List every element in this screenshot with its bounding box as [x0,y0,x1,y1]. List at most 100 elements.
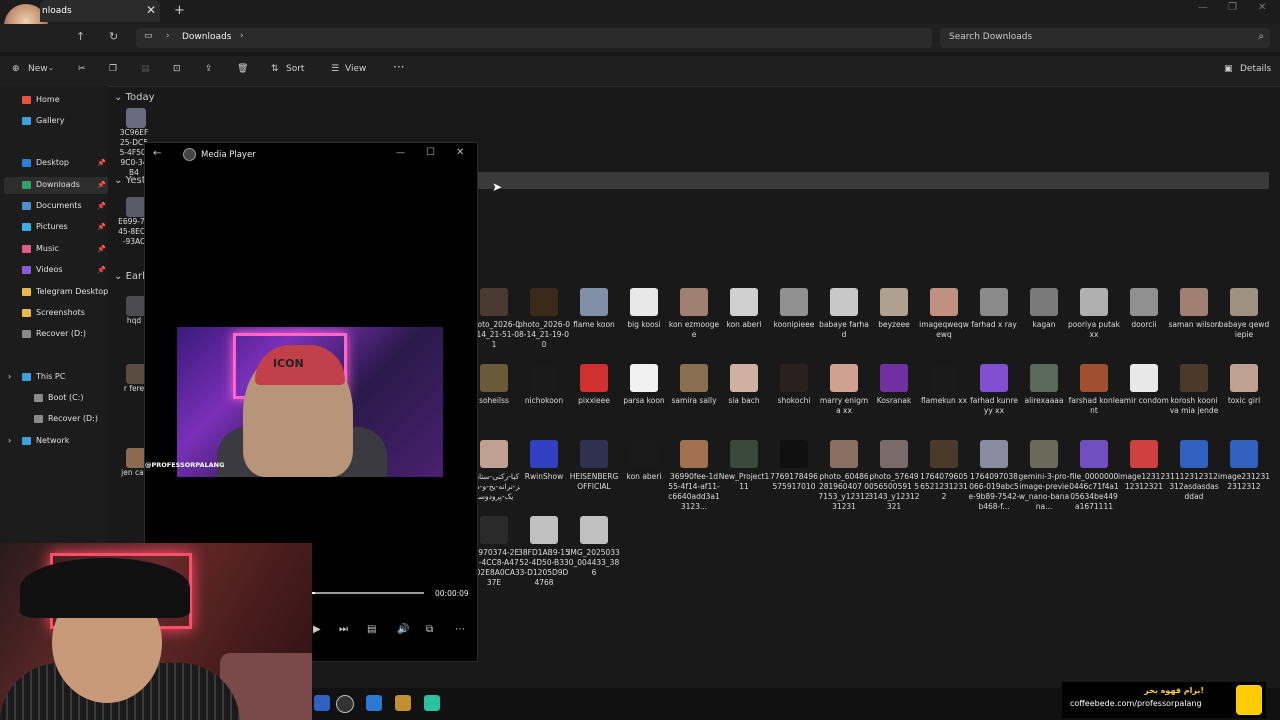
file-name[interactable]: imageqweqwewq [918,320,970,340]
up-arrow-icon[interactable]: ↑ [76,30,85,43]
file-name[interactable]: HEISENBERGOFFICIAL [568,472,620,492]
file-thumbnail[interactable] [530,288,558,316]
file-name[interactable]: kon aberi [618,472,670,482]
file-thumbnail[interactable] [1130,288,1158,316]
play-icon[interactable]: ▶ [313,624,321,635]
file-name[interactable]: saman wilson [1168,320,1220,330]
sidebar-item[interactable]: Music [22,244,59,253]
file-thumbnail[interactable] [480,440,508,468]
search-icon[interactable]: ⌕ [1258,31,1264,42]
sidebar-item[interactable]: Telegram Desktop [22,287,108,296]
view-button[interactable]: View [345,64,366,74]
pin-icon[interactable]: 📌 [97,223,106,231]
file-thumbnail[interactable] [1230,440,1258,468]
sidebar-item[interactable]: Recover (D:) [34,414,98,423]
file-thumbnail[interactable] [980,364,1008,392]
file-thumbnail[interactable] [126,364,146,384]
file-thumbnail[interactable] [680,440,708,468]
sort-button[interactable]: Sort [286,64,304,74]
more-options-button[interactable]: ··· [393,60,404,74]
rename-icon[interactable]: ⊡ [173,64,181,74]
file-thumbnail[interactable] [880,288,908,316]
file-thumbnail[interactable] [930,440,958,468]
file-name[interactable]: 36990fee-1d55-4f14-af11-c6640add3a13123.… [668,472,720,512]
tab-close-icon[interactable]: ✕ [146,3,156,17]
share-icon[interactable]: ⇪ [205,64,213,74]
file-name[interactable]: babaye farhad [818,320,870,340]
sidebar-item[interactable]: Desktop [22,158,69,167]
new-icon[interactable]: ⊕ [12,64,20,74]
file-thumbnail[interactable] [480,364,508,392]
file-thumbnail[interactable] [1230,364,1258,392]
file-thumbnail[interactable] [1130,364,1158,392]
file-thumbnail[interactable] [680,288,708,316]
expand-chevron-icon[interactable]: › [8,436,11,445]
file-name[interactable]: pixxieee [568,396,620,406]
file-thumbnail[interactable] [980,440,1008,468]
sidebar-item[interactable]: Gallery [22,116,65,125]
next-track-icon[interactable]: ⏭ [339,624,348,635]
paste-icon[interactable]: ▤ [141,64,150,74]
file-thumbnail[interactable] [780,364,808,392]
file-thumbnail[interactable] [126,197,146,217]
breadcrumb-downloads[interactable]: Downloads [182,32,231,42]
new-button[interactable]: New [28,64,48,74]
file-name[interactable]: nichokoon [518,396,570,406]
sidebar-item[interactable]: Boot (C:) [34,393,83,402]
file-name[interactable]: 38FD1AB9-1552-4D50-B333-D1205D9D4768 [518,548,570,588]
sidebar-item[interactable]: Documents [22,201,82,210]
file-name[interactable]: flamekun xx [918,396,970,406]
cut-icon[interactable]: ✂ [78,64,86,74]
file-name[interactable]: farshad konlent [1068,396,1120,416]
file-name[interactable]: farhad kunreyy xx [968,396,1020,416]
pin-icon[interactable]: 📌 [97,159,106,167]
sidebar-item[interactable]: Recover (D:) [22,329,86,338]
sidebar-item[interactable]: This PC [22,372,65,381]
file-name[interactable]: toxic girl [1218,396,1270,406]
file-name[interactable]: 17640796056521231231 2 [918,472,970,502]
file-thumbnail[interactable] [1130,440,1158,468]
file-name[interactable]: doorcii [1118,320,1170,330]
wow-taskbar-icon[interactable] [395,695,411,711]
file-thumbnail[interactable] [830,288,858,316]
maximize-button[interactable]: ❐ [1228,2,1237,13]
file-thumbnail[interactable] [1180,364,1208,392]
file-thumbnail[interactable] [1230,288,1258,316]
file-thumbnail[interactable] [126,108,146,128]
volume-icon[interactable]: 🔊 [397,624,409,635]
file-name[interactable]: image12312312312321 [1118,472,1170,492]
search-box[interactable]: Search Downloads ⌕ [940,28,1270,48]
new-tab-button[interactable]: + [174,3,185,18]
file-thumbnail[interactable] [1180,288,1208,316]
mini-player-icon[interactable]: ⧉ [426,624,433,635]
file-name[interactable]: flame koon [568,320,620,330]
editor-taskbar-icon[interactable] [424,695,440,711]
file-name[interactable]: koonipieee [768,320,820,330]
mp-minimize-button[interactable]: — [396,148,405,158]
file-thumbnail[interactable] [930,364,958,392]
sidebar-item[interactable]: Pictures [22,222,68,231]
file-thumbnail[interactable] [1080,440,1108,468]
file-name[interactable]: parsa koon [618,396,670,406]
file-thumbnail[interactable] [930,288,958,316]
delete-icon[interactable]: 🗑 [237,64,248,74]
file-name[interactable]: sia bach [718,396,770,406]
video-frame[interactable]: ICON [177,327,443,477]
address-bar[interactable]: ▭ › Downloads › [136,28,932,48]
file-thumbnail[interactable] [1030,440,1058,468]
file-thumbnail[interactable] [730,364,758,392]
file-thumbnail[interactable] [830,364,858,392]
pin-icon[interactable]: 📌 [97,202,106,210]
file-thumbnail[interactable] [1030,288,1058,316]
file-name[interactable]: babaye qewdiepie [1218,320,1270,340]
file-thumbnail[interactable] [730,440,758,468]
file-name[interactable]: 1112312312312asdasdasddad [1168,472,1220,502]
mp-maximize-button[interactable]: ☐ [426,147,435,158]
file-name[interactable]: photo_60486281960407 07153_y1231231231 [818,472,870,512]
minimize-button[interactable]: — [1198,2,1208,13]
pin-icon[interactable]: 📌 [97,245,106,253]
file-thumbnail[interactable] [880,364,908,392]
file-name[interactable]: pooriya putak xx [1068,320,1120,340]
file-thumbnail[interactable] [580,516,608,544]
file-thumbnail[interactable] [630,364,658,392]
